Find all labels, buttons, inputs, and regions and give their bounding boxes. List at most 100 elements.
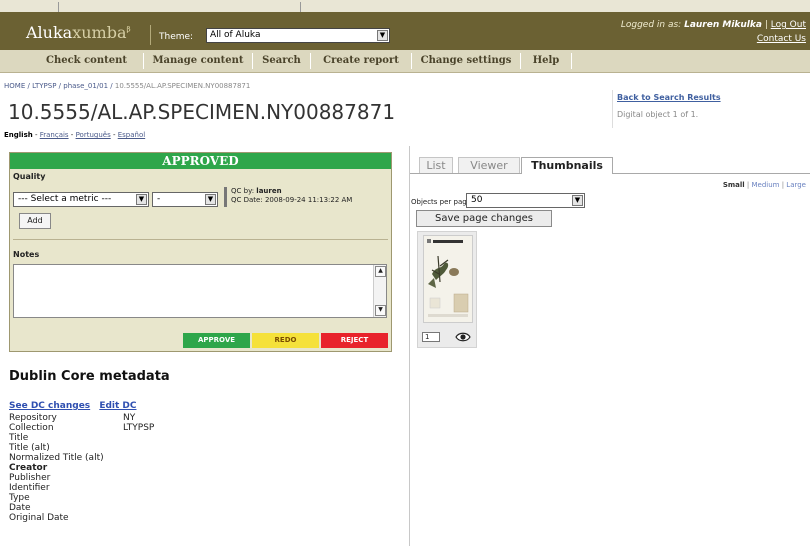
qc-by-value: lauren — [256, 187, 282, 195]
breadcrumb-current: 10.5555/AL.AP.SPECIMEN.NY00887871 — [114, 82, 251, 90]
metric-select-value: --- Select a metric --- — [18, 194, 112, 204]
qc-date-value: 2008-09-24 11:13:22 AM — [264, 196, 353, 204]
dc-field-row: Collection LTYPSP — [9, 423, 154, 433]
qc-date-label: QC Date: — [231, 196, 263, 204]
dc-field-label: Collection — [9, 423, 54, 433]
logout-link[interactable]: Log Out — [771, 20, 806, 30]
back-to-search-results-link[interactable]: Back to Search Results — [617, 93, 721, 102]
quality-label: Quality — [13, 172, 46, 181]
notes-textarea[interactable]: ▲ ▼ — [13, 264, 387, 318]
logged-in-prefix: Logged in as: — [620, 20, 682, 30]
language-current: English — [4, 131, 33, 139]
objects-per-page-value: 50 — [471, 195, 483, 205]
notes-label: Notes — [13, 250, 40, 259]
thumbnail-page-number[interactable]: 1 — [422, 332, 440, 342]
logo-beta-mark: β — [126, 25, 131, 34]
nav-create-report[interactable]: Create report — [311, 50, 411, 72]
add-metric-button[interactable]: Add — [19, 213, 51, 229]
dc-field-label: Repository — [9, 413, 57, 423]
nav-change-settings[interactable]: Change settings — [412, 50, 520, 72]
redo-button[interactable]: REDO — [252, 333, 319, 348]
size-medium[interactable]: Medium — [751, 181, 779, 189]
logo[interactable]: Alukaxumbaβ — [26, 23, 131, 42]
user-name: Lauren Mikulka — [684, 20, 762, 30]
edit-dc-link[interactable]: Edit DC — [99, 401, 136, 411]
objects-per-page-select[interactable]: 50 ▼ — [466, 193, 585, 208]
metric-value-select[interactable]: - ▼ — [152, 192, 218, 207]
save-page-changes-button[interactable]: Save page changes — [416, 210, 552, 227]
language-switcher: English - Français - Português - Español — [4, 131, 146, 139]
strip-divider — [58, 2, 59, 12]
main-nav: Check content Manage content Search Crea… — [0, 50, 810, 73]
nav-divider — [571, 53, 572, 69]
dublin-core-actions: See DC changes Edit DC — [9, 401, 143, 411]
language-portuguese[interactable]: Português — [76, 131, 111, 139]
dc-field-row: Publisher — [9, 473, 104, 483]
see-dc-changes-link[interactable]: See DC changes — [9, 401, 90, 411]
dc-field-label: Title — [9, 433, 29, 443]
breadcrumb-collection[interactable]: LTYPSP — [32, 82, 56, 90]
objects-per-page-label: Objects per page: — [411, 198, 474, 206]
dc-field-row: Repository NY — [9, 413, 135, 423]
dc-field-label: Date — [9, 503, 31, 513]
specimen-thumbnail[interactable] — [423, 235, 473, 323]
theme-label: Theme: — [159, 32, 194, 42]
page-title: 10.5555/AL.AP.SPECIMEN.NY00887871 — [8, 100, 396, 124]
strip-divider — [300, 2, 301, 12]
contact-us-link[interactable]: Contact Us — [757, 34, 806, 44]
scroll-down-icon[interactable]: ▼ — [375, 305, 386, 316]
quality-control-panel: APPROVED Quality --- Select a metric ---… — [9, 152, 392, 352]
breadcrumb-phase[interactable]: phase_01/01 — [63, 82, 108, 90]
size-small[interactable]: Small — [723, 181, 745, 189]
dc-field-row: Title (alt) — [9, 443, 104, 453]
chevron-down-icon: ▼ — [205, 194, 216, 205]
tab-thumbnails[interactable]: Thumbnails — [521, 157, 613, 174]
login-status: Logged in as: Lauren Mikulka | Log Out — [620, 20, 806, 30]
breadcrumb-home[interactable]: HOME — [4, 82, 25, 90]
qc-info-marker — [224, 187, 227, 207]
chevron-down-icon: ▼ — [572, 195, 583, 206]
scroll-up-icon[interactable]: ▲ — [375, 266, 386, 277]
thumbnail-card: 1 — [417, 231, 477, 348]
dc-field-row: Identifier — [9, 483, 104, 493]
metric-select[interactable]: --- Select a metric --- ▼ — [13, 192, 149, 207]
specimen-image — [424, 236, 472, 322]
language-spanish[interactable]: Español — [118, 131, 145, 139]
dc-field-row: Normalized Title (alt) — [9, 453, 104, 463]
nav-help[interactable]: Help — [521, 50, 571, 72]
dc-field-row: Title — [9, 433, 104, 443]
app-header: Alukaxumbaβ Theme: All of Aluka ▼ Logged… — [0, 12, 810, 50]
nav-check-content[interactable]: Check content — [30, 50, 143, 72]
pane-divider — [409, 146, 410, 546]
dc-field-value: NY — [123, 413, 136, 423]
digital-object-count: Digital object 1 of 1. — [617, 110, 699, 119]
eye-icon[interactable] — [455, 330, 471, 344]
qc-by-label: QC by: — [231, 187, 255, 195]
breadcrumb: HOME / LTYPSP / phase_01/01 / 10.5555/AL… — [4, 82, 251, 90]
dc-field-label: Identifier — [9, 483, 50, 493]
approve-button[interactable]: APPROVE — [183, 333, 250, 348]
tab-list[interactable]: List — [419, 157, 453, 173]
size-large[interactable]: Large — [786, 181, 806, 189]
status-banner: APPROVED — [10, 153, 391, 169]
metric-value-select-value: - — [157, 194, 161, 204]
dc-field-row: Type — [9, 493, 104, 503]
theme-select[interactable]: All of Aluka ▼ — [206, 28, 390, 43]
tab-viewer[interactable]: Viewer — [458, 157, 520, 173]
dc-field-label: Normalized Title (alt) — [9, 453, 104, 463]
dc-field-label: Creator — [9, 463, 48, 473]
language-french[interactable]: Français — [40, 131, 69, 139]
dc-field-label: Title (alt) — [9, 443, 50, 453]
reject-button[interactable]: REJECT — [321, 333, 388, 348]
dublin-core-heading: Dublin Core metadata — [9, 369, 170, 384]
nav-manage-content[interactable]: Manage content — [144, 50, 252, 72]
dublin-core-fields: Repository NY Collection LTYPSP Title Title (… — [9, 413, 154, 523]
header-divider — [150, 25, 151, 45]
nav-search[interactable]: Search — [253, 50, 310, 72]
object-info-panel: Back to Search Results Digital object 1 … — [612, 90, 810, 128]
browser-top-strip — [0, 0, 810, 12]
dc-field-row: Date — [9, 503, 104, 513]
chevron-down-icon: ▼ — [136, 194, 147, 205]
notes-scrollbar[interactable]: ▲ ▼ — [373, 265, 386, 317]
dc-field-row: Original Date — [9, 513, 104, 523]
